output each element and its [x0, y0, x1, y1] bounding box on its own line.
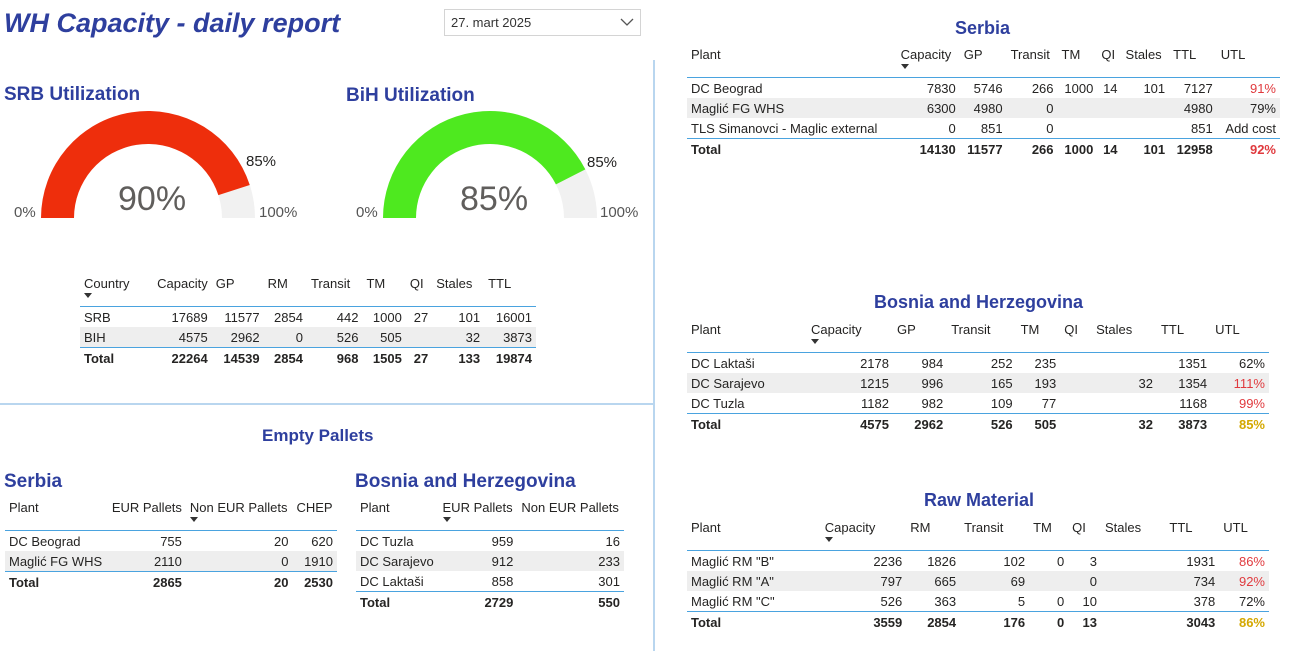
country-table: Country Capacity GP RM Transit TM QI Sta… [80, 276, 536, 368]
col-qi[interactable]: QI [1097, 47, 1121, 78]
col-gp[interactable]: GP [212, 276, 264, 307]
col-capacity[interactable]: Capacity [807, 322, 893, 353]
sort-desc-icon [824, 537, 833, 542]
bih-gauge-target: 85% [587, 154, 618, 171]
total-row: Total 22264 14539 2854 968 1505 27 133 19874 [80, 347, 536, 369]
total-row: Total 4575 2962 526 505 32 3873 85% [687, 413, 1269, 435]
raw-material-title: Raw Material [924, 490, 1035, 510]
table-row: Maglić FG WHS 2110 0 1910 [5, 551, 337, 572]
col-gp[interactable]: GP [960, 47, 1007, 78]
table-row: DC Laktaši 858 301 [360, 573, 620, 589]
col-eur-pallets[interactable]: EUR Pallets [439, 500, 518, 531]
col-tm[interactable]: TM [1029, 520, 1068, 551]
table-row: DC Beograd 755 20 620 [9, 533, 333, 549]
srb-gauge-value: 90% [118, 180, 187, 218]
col-transit[interactable]: Transit [1007, 47, 1058, 78]
date-value: 27. mart 2025 [451, 15, 532, 30]
total-row: Total 2865 20 2530 [5, 571, 337, 593]
col-qi[interactable]: QI [406, 276, 432, 307]
sort-desc-icon [900, 64, 909, 69]
col-capacity[interactable]: Capacity [821, 520, 907, 551]
raw-material-table: Plant Capacity RM Transit TM QI Stales T… [687, 520, 1269, 632]
col-chep[interactable]: CHEP [292, 500, 337, 531]
date-slicer[interactable]: 27. mart 2025 [444, 9, 641, 36]
bih-table: Plant Capacity GP Transit TM QI Stales T… [687, 322, 1269, 434]
col-capacity[interactable]: Capacity [897, 47, 960, 78]
col-ttl[interactable]: TTL [1157, 322, 1211, 353]
col-gp[interactable]: GP [893, 322, 947, 353]
col-ttl[interactable]: TTL [1169, 47, 1217, 78]
col-ttl[interactable]: TTL [484, 276, 536, 307]
table-row: Maglić RM "A" 797 665 69 0 734 92% [687, 571, 1269, 591]
srb-gauge-min: 0% [14, 204, 36, 221]
bih-utilization-title: BiH Utilization [346, 85, 475, 106]
col-non-eur-pallets[interactable]: Non EUR Pallets [186, 500, 293, 531]
col-plant[interactable]: Plant [687, 520, 821, 551]
bih-gauge-value: 85% [460, 180, 529, 218]
col-qi[interactable]: QI [1068, 520, 1101, 551]
ep-serbia-table: Plant EUR Pallets Non EUR Pallets CHEP D… [5, 500, 337, 592]
col-tm[interactable]: TM [1058, 47, 1098, 78]
bih-gauge-min: 0% [356, 204, 378, 221]
bih-title: Bosnia and Herzegovina [874, 292, 1084, 312]
total-row: Total 2729 550 [356, 591, 624, 613]
ep-serbia-title: Serbia [4, 471, 63, 492]
col-tm[interactable]: TM [362, 276, 405, 307]
table-row: Maglić RM "B" 2236 1826 102 0 3 1931 86% [691, 553, 1265, 569]
table-row: BIH 4575 2962 0 526 505 32 3873 [80, 327, 536, 348]
ep-bih-table: Plant EUR Pallets Non EUR Pallets DC Tuz… [356, 500, 624, 612]
table-row: DC Beograd 7830 5746 266 1000 14 101 7127 91% [691, 80, 1276, 96]
sort-desc-icon [810, 339, 819, 344]
table-row: DC Tuzla 959 16 [360, 533, 620, 549]
chevron-down-icon [620, 18, 634, 26]
table-row: TLS Simanovci - Maglic external 0 851 0 851 A… [691, 120, 1276, 136]
col-transit[interactable]: Transit [947, 322, 1016, 353]
col-stales[interactable]: Stales [432, 276, 484, 307]
col-utl[interactable]: UTL [1211, 322, 1269, 353]
col-ttl[interactable]: TTL [1165, 520, 1219, 551]
serbia-table: Plant Capacity GP Transit TM QI Stales T… [687, 47, 1280, 159]
table-row: Maglić FG WHS 6300 4980 0 4980 79% [687, 98, 1280, 118]
col-capacity[interactable]: Capacity [143, 276, 212, 307]
col-stales[interactable]: Stales [1092, 322, 1157, 353]
table-row: DC Sarajevo 912 233 [356, 551, 624, 571]
table-row: Maglić RM "C" 526 363 5 0 10 378 72% [691, 593, 1265, 609]
table-row: DC Tuzla 1182 982 109 77 1168 99% [691, 395, 1265, 411]
col-qi[interactable]: QI [1060, 322, 1092, 353]
col-country[interactable]: Country [80, 276, 143, 307]
col-utl[interactable]: UTL [1219, 520, 1269, 551]
table-row: DC Laktaši 2178 984 252 235 1351 62% [691, 355, 1265, 371]
col-plant[interactable]: Plant [5, 500, 107, 531]
col-eur-pallets[interactable]: EUR Pallets [107, 500, 186, 531]
col-plant[interactable]: Plant [687, 47, 897, 78]
col-plant[interactable]: Plant [356, 500, 439, 531]
col-transit[interactable]: Transit [960, 520, 1029, 551]
col-stales[interactable]: Stales [1122, 47, 1170, 78]
bih-gauge-max: 100% [600, 204, 639, 221]
srb-gauge-max: 100% [259, 204, 298, 221]
col-transit[interactable]: Transit [307, 276, 363, 307]
col-rm[interactable]: RM [906, 520, 960, 551]
table-row: SRB 17689 11577 2854 442 1000 27 101 16001 [84, 309, 532, 325]
report-title: WH Capacity - daily report [4, 8, 341, 38]
col-utl[interactable]: UTL [1217, 47, 1280, 78]
horizontal-divider [0, 403, 653, 405]
total-row: Total 3559 2854 176 0 13 3043 86% [687, 611, 1269, 633]
col-non-eur-pallets[interactable]: Non EUR Pallets [517, 500, 624, 531]
srb-utilization-title: SRB Utilization [4, 84, 141, 105]
ep-bih-title: Bosnia and Herzegovina [355, 471, 576, 492]
serbia-title: Serbia [955, 18, 1011, 38]
sort-desc-icon [84, 293, 92, 298]
col-stales[interactable]: Stales [1101, 520, 1165, 551]
sort-desc-icon [189, 517, 198, 522]
table-row: DC Sarajevo 1215 996 165 193 32 1354 111% [687, 373, 1269, 393]
total-row: Total 14130 11577 266 1000 14 101 12958 92% [687, 138, 1280, 160]
col-tm[interactable]: TM [1017, 322, 1061, 353]
empty-pallets-title: Empty Pallets [262, 426, 374, 445]
col-plant[interactable]: Plant [687, 322, 807, 353]
srb-gauge-target: 85% [246, 153, 277, 170]
col-rm[interactable]: RM [264, 276, 307, 307]
sort-desc-icon [442, 517, 451, 522]
